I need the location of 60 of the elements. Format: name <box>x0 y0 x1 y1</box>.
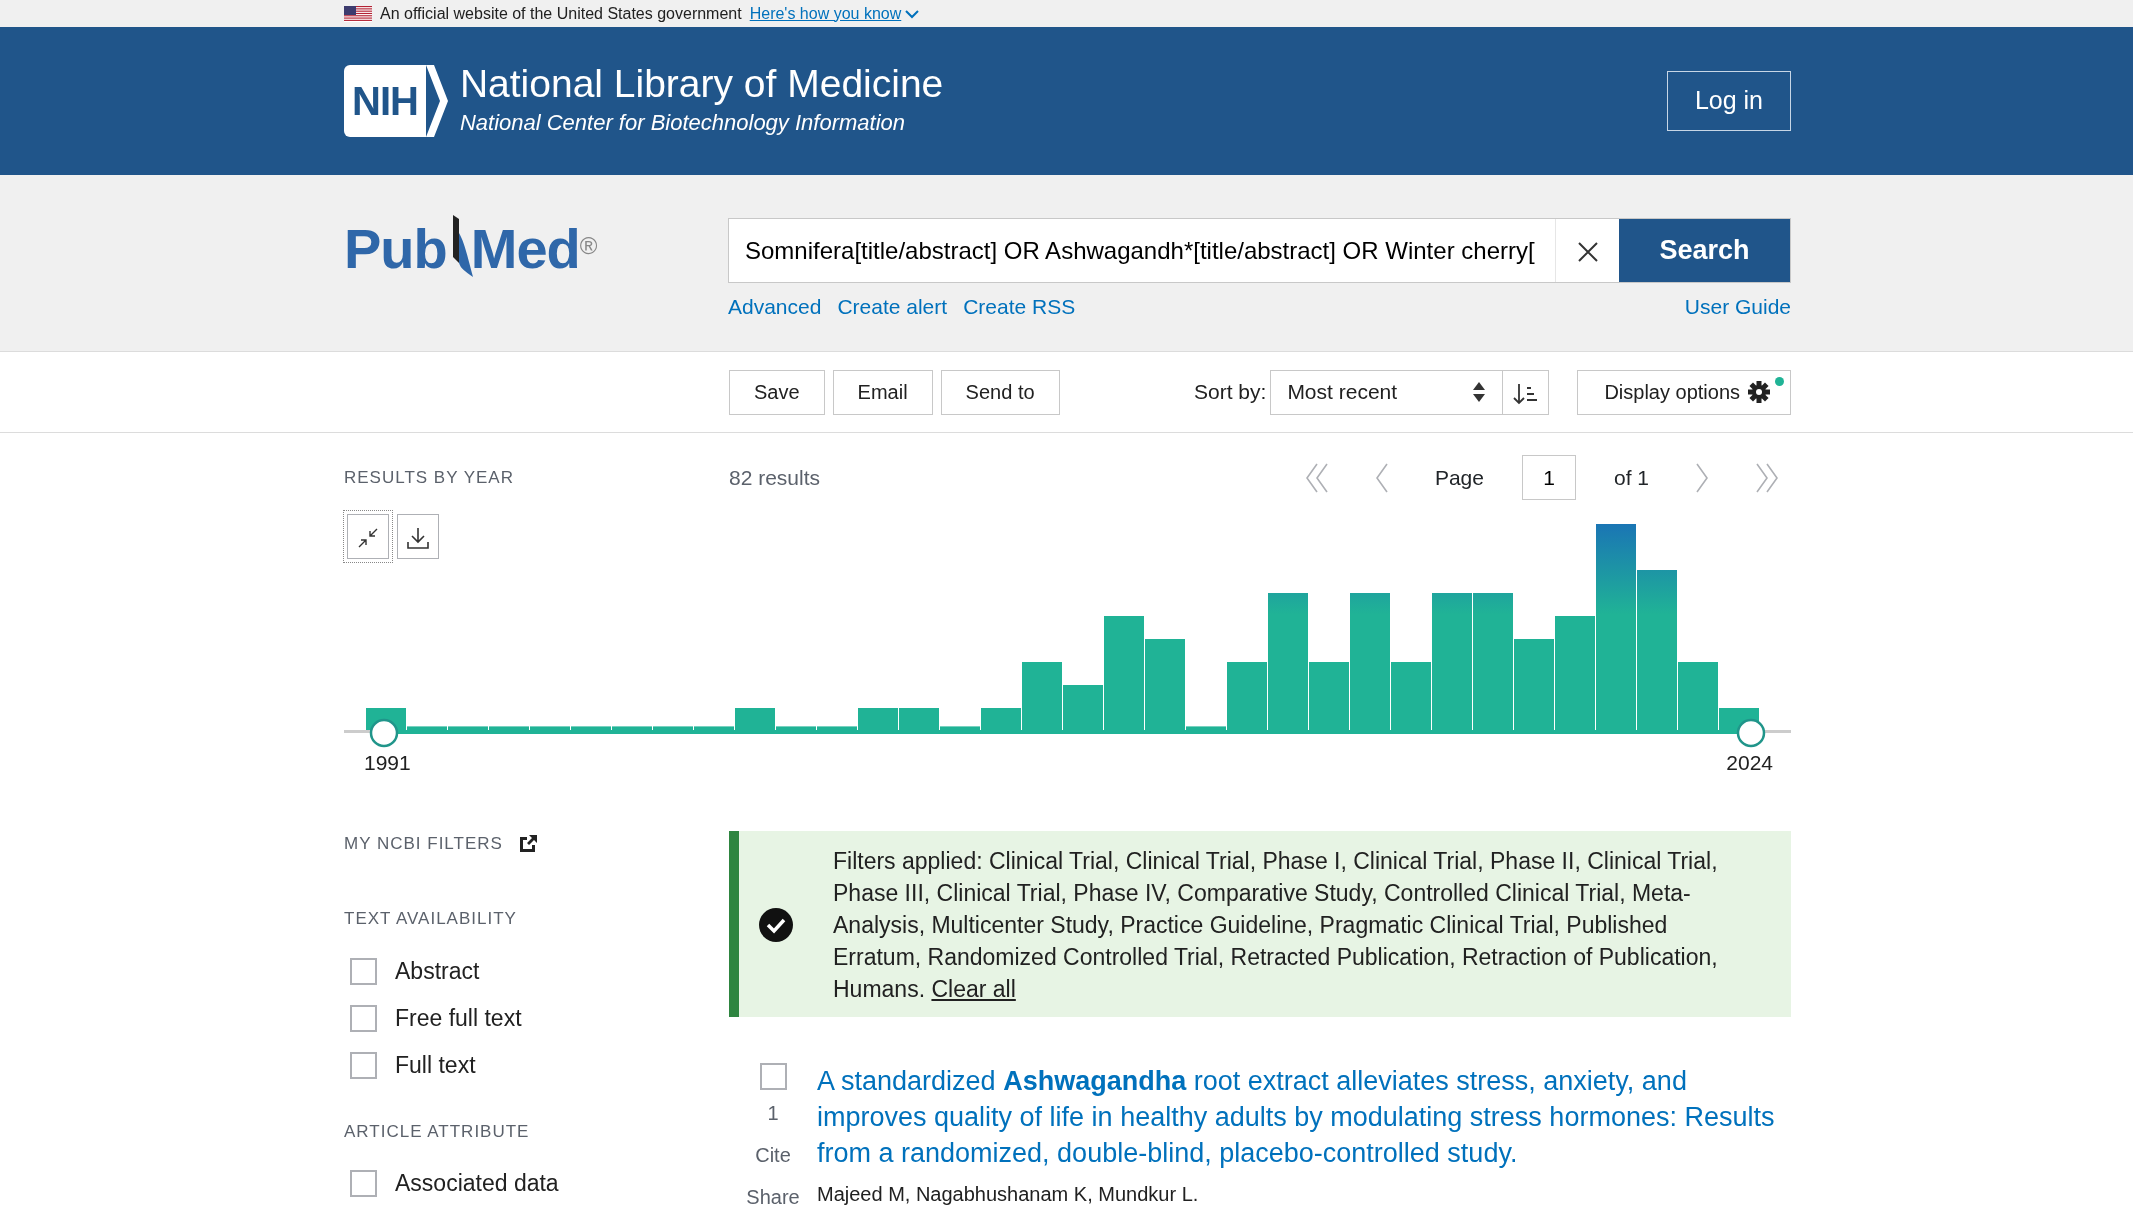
result-number: 1 <box>767 1100 779 1126</box>
download-button[interactable] <box>397 514 439 559</box>
checkbox[interactable] <box>350 1004 377 1032</box>
checkbox[interactable] <box>350 957 377 985</box>
section-heading: TEXT AVAILABILITY <box>344 908 518 930</box>
result-action[interactable]: Share <box>746 1181 800 1212</box>
year-range-slider[interactable] <box>344 718 1791 748</box>
toolbar-button[interactable]: Save <box>729 369 825 415</box>
display-options-button[interactable]: Display options <box>1577 369 1791 415</box>
range-handle[interactable] <box>369 718 399 748</box>
flag-icon <box>344 5 372 22</box>
search-field[interactable]: Somnifera[title/abstract] OR Ashwagandh*[title/abstract] OR Winter cherry[ Search <box>728 218 1791 283</box>
section-heading: MY NCBI FILTERS <box>344 832 503 855</box>
toolbar-button[interactable]: Send to <box>940 369 1060 415</box>
site-title: National Library of Medicine <box>459 63 944 106</box>
page-field[interactable]: 1 <box>1521 455 1576 500</box>
filters-text: Filters applied: Clinical Trial, Clinical Trial, Phase I, Clinical Trial, Phase II, Clinical Trial, Phase III, Clinical Trial, Phase IV, Comparative Study, Controlled Clinical Trial, Meta-Analysis, Multicenter Study, Practice Guideline, Pragmatic Clinical Trial, Published Erratum, Randomized Controlled Trial, Retracted Publication, Retraction of Publication, Humans. Clear all <box>833 846 1719 1004</box>
result-authors: Majeed M, Nagabhushanam K, Mundkur L. <box>817 1181 1200 1207</box>
checkbox[interactable] <box>350 1051 377 1079</box>
search-link[interactable]: Advanced <box>728 291 822 323</box>
checkbox[interactable] <box>759 1062 787 1090</box>
sort-label: Sort by: <box>1194 379 1267 406</box>
search-link[interactable]: Create RSS <box>963 291 1076 323</box>
checkbox[interactable] <box>350 1170 377 1197</box>
sort-direction-icon <box>1512 381 1539 406</box>
page-total: of 1 <box>1613 464 1649 491</box>
sort-direction-button[interactable] <box>1503 369 1550 415</box>
search-link[interactable]: Create alert <box>837 291 948 323</box>
banner-text: An official website of the United States government <box>380 3 742 24</box>
checkbox-label[interactable]: Abstract <box>395 953 480 989</box>
range-handle[interactable] <box>1736 718 1766 748</box>
section-heading: RESULTS BY YEAR <box>344 466 515 489</box>
checkbox-label[interactable]: Free full text <box>395 1000 522 1036</box>
toolbar-button[interactable]: Email <box>832 369 933 415</box>
chevron-down-icon <box>905 8 920 19</box>
page-label: Page <box>1434 464 1484 491</box>
year-label: 2024 <box>1726 750 1773 776</box>
check-circle-icon <box>759 907 793 942</box>
pubmed-logo[interactable]: Pub Med$^{®}$ <box>344 213 728 277</box>
info-link[interactable]: Here's how you know <box>749 1 920 26</box>
search-button[interactable]: Search <box>1619 219 1790 282</box>
result-action[interactable]: Cite <box>755 1139 791 1170</box>
login-button[interactable]: Log in <box>1666 71 1791 131</box>
collapse-icon <box>357 527 379 550</box>
sort-select[interactable]: Most recent <box>1270 369 1504 415</box>
download-icon <box>407 526 429 551</box>
result-title[interactable]: A standardized Ashwagandha root extract alleviates stress, anxiety, and improves quality of life in healthy adults by modulating stress hormones: Results from a randomized, double-blind, placebo-controlled study. <box>817 1062 1791 1171</box>
close-icon <box>1576 241 1599 264</box>
external-link-icon[interactable] <box>518 833 538 853</box>
site-subtitle: National Center for Biotechnology Information <box>459 108 907 137</box>
section-heading: ARTICLE ATTRIBUTE <box>344 1120 531 1143</box>
checkbox-label[interactable]: Associated data <box>395 1166 559 1201</box>
last-page-button[interactable] <box>1753 461 1781 494</box>
year-label: 1991 <box>364 750 411 776</box>
checkbox-label[interactable]: Full text <box>395 1047 476 1083</box>
sort-arrows-icon <box>1472 381 1487 403</box>
results-count: 82 results <box>729 464 821 491</box>
clear-all-link[interactable]: Clear all <box>931 975 1016 1002</box>
user-guide-link[interactable]: User Guide <box>1684 291 1791 323</box>
settings-icon <box>1748 381 1770 403</box>
